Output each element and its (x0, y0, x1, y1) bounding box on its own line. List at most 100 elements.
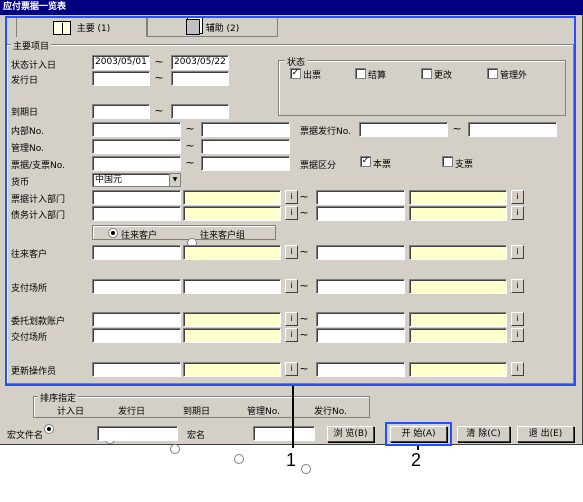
partner-from-code[interactable] (92, 245, 181, 260)
updater-from-code[interactable] (92, 362, 181, 377)
bill-issue-no-from-input[interactable] (359, 122, 448, 137)
sort-due-date-radio[interactable] (170, 444, 180, 454)
sort-group-label: 排序指定 (38, 391, 79, 404)
bill-type-check-checkbox[interactable] (442, 156, 453, 167)
bill-no-to-input[interactable] (201, 156, 290, 171)
status-external-label: 管理外 (500, 71, 528, 81)
title-bar: 应付票据一览表 (0, 0, 583, 15)
issue-date-from-input[interactable] (92, 71, 150, 86)
deliver-place-to-code[interactable] (316, 328, 405, 343)
deliver-place-from-code[interactable] (92, 328, 181, 343)
bill-dept-from-code[interactable] (92, 190, 181, 205)
bill-no-label: 票据/支票No. (11, 161, 65, 171)
bill-dept-to-code[interactable] (316, 190, 405, 205)
partner-to-lookup[interactable]: i (511, 245, 524, 259)
pay-place-to-lookup[interactable]: i (511, 279, 524, 293)
trust-account-to-lookup[interactable]: i (511, 312, 524, 326)
trust-account-to-name (409, 312, 507, 327)
callout-number-2: 2 (411, 450, 422, 470)
status-group-label: 状态 (285, 55, 308, 68)
partner-radio[interactable] (108, 228, 118, 238)
debt-dept-from-code[interactable] (92, 206, 181, 221)
updater-to-lookup[interactable]: i (511, 362, 524, 376)
sort-entry-date-label: 计入日 (57, 407, 85, 417)
sort-issue-date-label: 发行日 (118, 407, 146, 417)
status-external-checkbox[interactable] (487, 68, 498, 79)
debt-dept-to-code[interactable] (316, 206, 405, 221)
pay-place-from-lookup[interactable]: i (285, 279, 298, 293)
callout-number-1: 1 (286, 450, 297, 470)
partner-to-name (409, 245, 507, 260)
macro-name-input[interactable] (253, 426, 315, 441)
debt-dept-from-name (183, 206, 281, 221)
status-changed-checkbox[interactable] (421, 68, 432, 79)
updater-from-lookup[interactable]: i (285, 362, 298, 376)
pay-place-label: 支付场所 (11, 284, 48, 294)
sort-mgmt-no-label: 管理No. (247, 407, 280, 417)
sort-issue-no-radio[interactable] (301, 464, 311, 474)
partner-radio-group (92, 225, 276, 240)
bill-no-from-input[interactable] (92, 156, 181, 171)
partner-to-code[interactable] (316, 245, 405, 260)
tilde-sep: ~ (185, 156, 195, 169)
chevron-down-icon[interactable]: ▼ (169, 174, 180, 186)
tilde-sep: ~ (452, 122, 462, 135)
bill-issue-no-to-input[interactable] (468, 122, 557, 137)
tilde-sep: ~ (299, 279, 309, 292)
currency-value: 中国元 (95, 175, 123, 185)
debt-dept-label: 债务计入部门 (11, 211, 66, 221)
bill-type-note-label: 本票 (373, 160, 392, 170)
tilde-sep: ~ (299, 312, 309, 325)
debt-dept-to-lookup[interactable]: i (511, 206, 524, 220)
partner-group-radio-label: 往来客户组 (200, 231, 246, 241)
mgmt-no-from-input[interactable] (92, 139, 181, 154)
bill-dept-label: 票据计入部门 (11, 195, 66, 205)
pay-place-to-code[interactable] (316, 279, 405, 294)
macro-file-input[interactable] (97, 426, 178, 441)
mgmt-no-label: 管理No. (11, 144, 44, 154)
tilde-sep: ~ (299, 245, 309, 258)
status-settled-checkbox[interactable] (355, 68, 366, 79)
sort-mgmt-no-radio[interactable] (234, 454, 244, 464)
issue-date-to-input[interactable] (171, 71, 229, 86)
updater-to-code[interactable] (316, 362, 405, 377)
updater-from-name (183, 362, 281, 377)
deliver-place-from-lookup[interactable]: i (285, 328, 298, 342)
macro-file-label: 宏文件名 (7, 431, 44, 441)
bill-type-note-checkbox[interactable]: ✓ (360, 156, 371, 167)
bill-issue-no-label: 票据发行No. (300, 127, 351, 137)
internal-no-to-input[interactable] (201, 122, 290, 137)
tilde-sep: ~ (185, 122, 195, 135)
currency-select[interactable]: 中国元 ▼ (92, 173, 181, 187)
status-date-to-input[interactable]: 2003/05/22 (171, 55, 229, 70)
tilde-sep: ~ (299, 362, 309, 375)
internal-no-from-input[interactable] (92, 122, 181, 137)
bill-type-label: 票据区分 (300, 161, 337, 171)
status-settled-label: 结算 (368, 71, 387, 81)
tilde-sep: ~ (299, 190, 309, 203)
trust-account-from-code[interactable] (92, 312, 181, 327)
due-date-label: 到期日 (11, 108, 39, 118)
debt-dept-from-lookup[interactable]: i (285, 206, 298, 220)
status-changed-label: 更改 (434, 71, 453, 81)
bill-dept-to-lookup[interactable]: i (511, 190, 524, 204)
sort-entry-date-radio[interactable] (44, 424, 54, 434)
due-date-to-input[interactable] (171, 104, 229, 119)
exit-button[interactable]: 退 出(E) (517, 426, 574, 442)
deliver-place-to-lookup[interactable]: i (511, 328, 524, 342)
clear-button[interactable]: 清 除(C) (457, 426, 510, 442)
status-issued-checkbox[interactable]: ✓ (290, 68, 301, 79)
tilde-sep: ~ (154, 71, 164, 84)
due-date-from-input[interactable] (92, 104, 150, 119)
partner-from-name (183, 245, 281, 260)
browse-button[interactable]: 浏 览(B) (327, 426, 374, 442)
bill-dept-from-lookup[interactable]: i (285, 190, 298, 204)
partner-from-lookup[interactable]: i (285, 245, 298, 259)
trust-account-to-code[interactable] (316, 312, 405, 327)
tilde-sep: ~ (154, 104, 164, 117)
pay-place-from-code[interactable] (92, 279, 181, 294)
status-date-from-input[interactable]: 2003/05/01 (92, 55, 150, 70)
trust-account-from-lookup[interactable]: i (285, 312, 298, 326)
partner-label: 往来客户 (11, 250, 48, 260)
mgmt-no-to-input[interactable] (201, 139, 290, 154)
